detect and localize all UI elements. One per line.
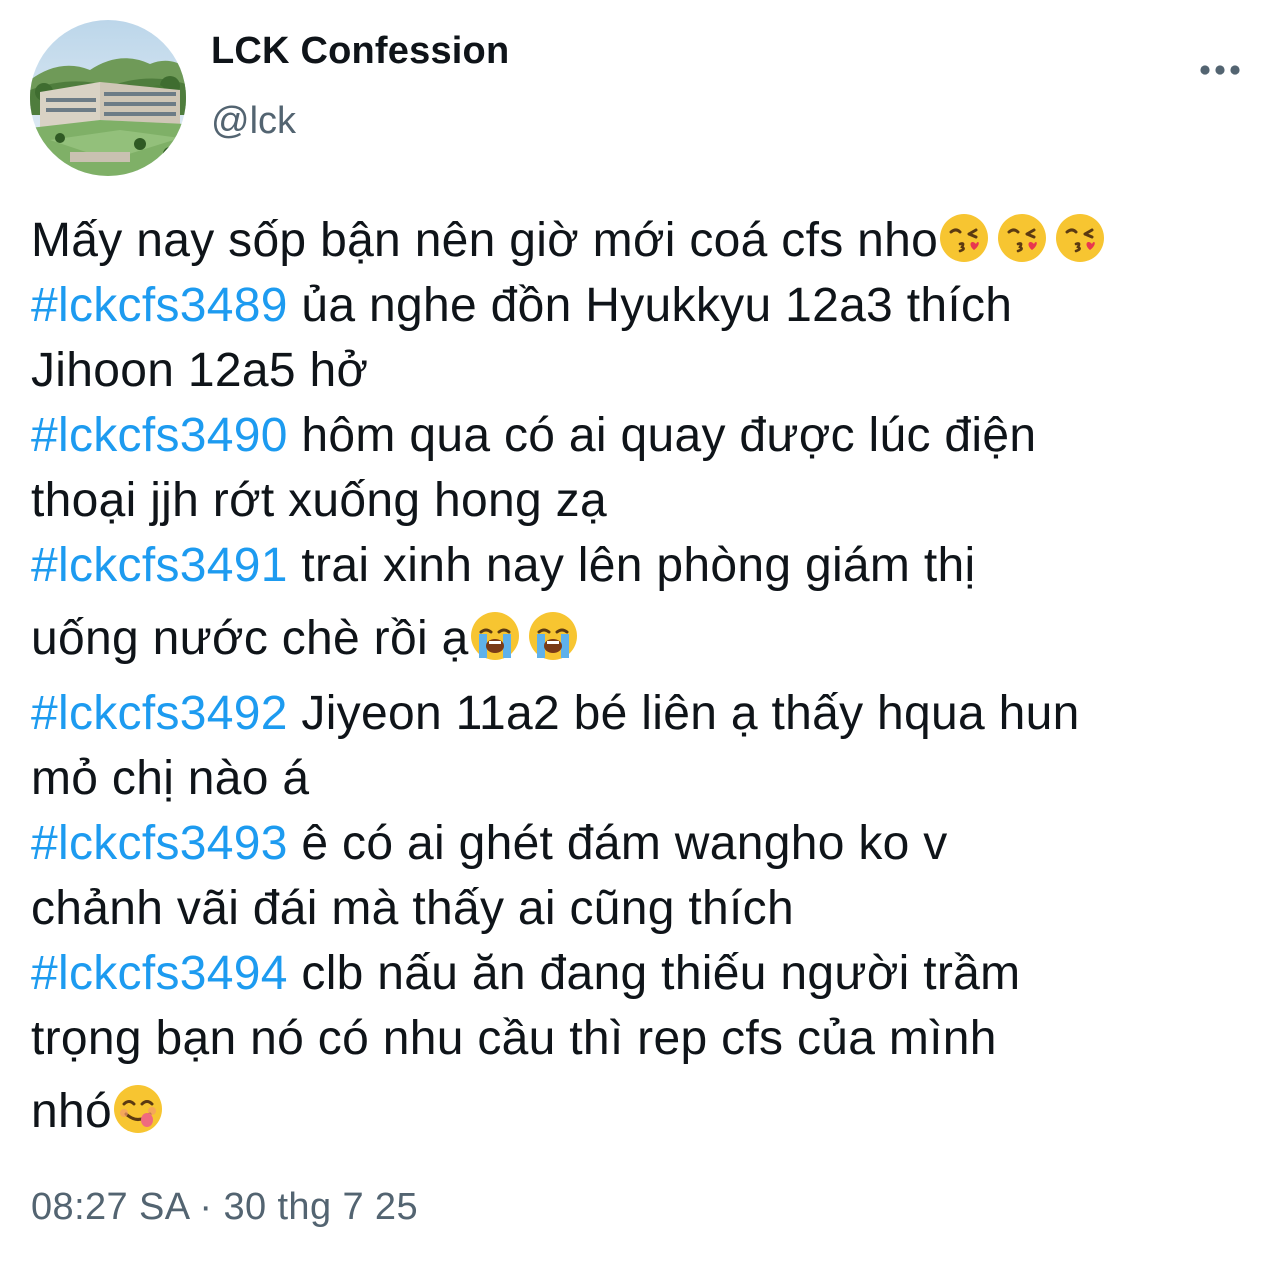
tweet: LCK Confession @lck Mấy nay sốp bận nên … [0, 0, 1284, 1265]
hashtag-link[interactable]: #lckcfs3492 [31, 687, 288, 740]
face-blowing-kiss-emoji-icon [996, 212, 1048, 264]
tweet-time[interactable]: 08:27 SA [31, 1186, 188, 1228]
confession-text: uống nước chè rồi ạ [31, 612, 469, 665]
confession-text: clb nấu ăn đang thiếu người trầm [287, 947, 1021, 1000]
confession-text: Jiyeon 11a2 bé liên ạ thấy hqua hun [287, 687, 1080, 740]
confession-line: Jihoon 12a5 hở [31, 338, 1271, 403]
confession-text: ủa nghe đồn Hyukkyu 12a3 thích [287, 279, 1013, 332]
confession-line: chảnh vãi đái mà thấy ai cũng thích [31, 876, 1271, 941]
tweet-intro-text: Mấy nay sốp bận nên giờ mới coá cfs nho [31, 214, 939, 267]
tweet-text: Mấy nay sốp bận nên giờ mới coá cfs nho … [31, 208, 1271, 1144]
more-horizontal-icon [1200, 65, 1240, 75]
confession-text: hôm qua có ai quay được lúc điện [287, 409, 1037, 462]
face-blowing-kiss-emoji-icon [938, 212, 990, 264]
confession-line: #lckcfs3492 Jiyeon 11a2 bé liên ạ thấy h… [31, 681, 1271, 746]
timestamp-separator: · [188, 1186, 224, 1228]
confession-line: #lckcfs3493 ê có ai ghét đám wangho ko v [31, 811, 1271, 876]
confession-line: uống nước chè rồi ạ [31, 606, 1271, 671]
hashtag-link[interactable]: #lckcfs3494 [31, 947, 288, 1000]
confession-line: trọng bạn nó có nhu cầu thì rep cfs của … [31, 1006, 1271, 1071]
confession-line: nhó [31, 1079, 1271, 1144]
author-handle[interactable]: @lck [211, 100, 296, 143]
confession-line: #lckcfs3490 hôm qua có ai quay được lúc … [31, 403, 1271, 468]
hashtag-link[interactable]: #lckcfs3491 [31, 539, 288, 592]
confession-line: thoại jjh rớt xuống hong zạ [31, 468, 1271, 533]
face-savoring-food-emoji-icon [112, 1083, 164, 1135]
confession-text: chảnh vãi đái mà thấy ai cũng thích [31, 882, 794, 935]
confession-line: #lckcfs3491 trai xinh nay lên phòng giám… [31, 533, 1271, 598]
school-building-avatar-icon [30, 20, 186, 176]
hashtag-link[interactable]: #lckcfs3490 [31, 409, 288, 462]
confession-line: mỏ chị nào á [31, 746, 1271, 811]
hashtag-link[interactable]: #lckcfs3493 [31, 817, 288, 870]
author-display-name[interactable]: LCK Confession [211, 30, 509, 73]
confession-text: nhó [31, 1085, 112, 1138]
confession-text: trọng bạn nó có nhu cầu thì rep cfs của … [31, 1012, 997, 1065]
hashtag-link[interactable]: #lckcfs3489 [31, 279, 288, 332]
tweet-intro-line: Mấy nay sốp bận nên giờ mới coá cfs nho [31, 208, 1271, 273]
loudly-crying-face-emoji-icon [527, 610, 579, 662]
confession-text: Jihoon 12a5 hở [31, 344, 369, 397]
confession-line: #lckcfs3494 clb nấu ăn đang thiếu người … [31, 941, 1271, 1006]
tweet-date[interactable]: 30 thg 7 25 [223, 1186, 418, 1228]
confession-text: thoại jjh rớt xuống hong zạ [31, 474, 607, 527]
confession-text: mỏ chị nào á [31, 752, 310, 805]
more-options-button[interactable] [1192, 50, 1248, 90]
confession-text: trai xinh nay lên phòng giám thị [287, 539, 976, 592]
loudly-crying-face-emoji-icon [469, 610, 521, 662]
face-blowing-kiss-emoji-icon [1054, 212, 1106, 264]
confession-line: #lckcfs3489 ủa nghe đồn Hyukkyu 12a3 thí… [31, 273, 1271, 338]
confession-text: ê có ai ghét đám wangho ko v [287, 817, 948, 870]
avatar[interactable] [30, 20, 186, 176]
tweet-timestamp: 08:27 SA · 30 thg 7 25 [31, 1186, 418, 1229]
